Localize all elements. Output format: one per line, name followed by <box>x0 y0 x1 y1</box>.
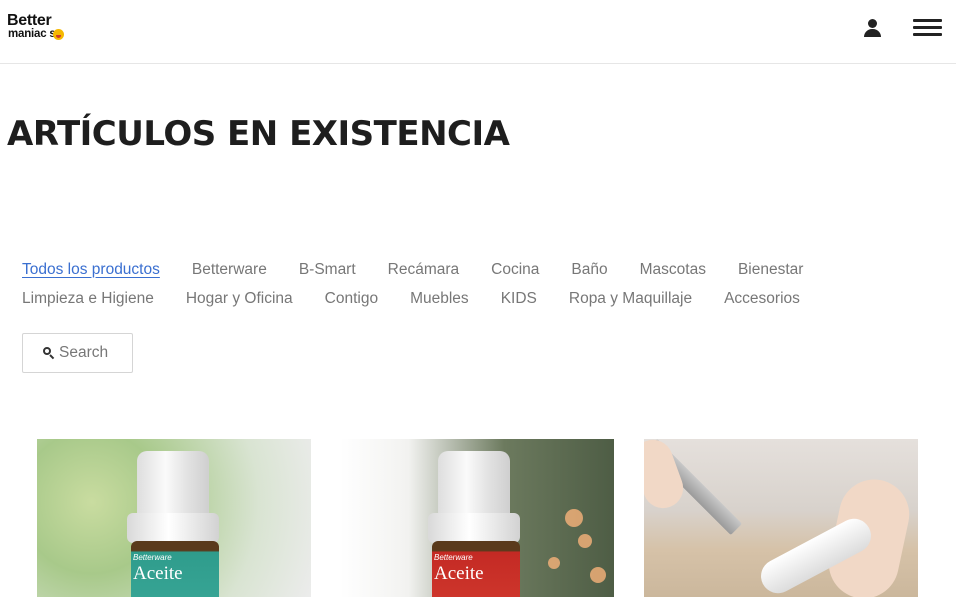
product-card-image[interactable] <box>644 439 918 597</box>
search-icon <box>43 347 55 360</box>
category-cocina[interactable]: Cocina <box>491 261 539 279</box>
user-icon[interactable] <box>863 18 883 38</box>
category-bano[interactable]: Baño <box>571 261 607 279</box>
hamburger-menu-icon[interactable] <box>913 18 943 38</box>
category-filter-nav: Todos los productos Betterware B-Smart R… <box>22 255 922 313</box>
site-header: Better maniac s <box>0 0 956 64</box>
category-ropa-y-maquillaje[interactable]: Ropa y Maquillaje <box>569 290 692 308</box>
user-icon-body <box>864 29 881 37</box>
product-brand-label: Betterware <box>434 553 473 562</box>
category-mascotas[interactable]: Mascotas <box>640 261 706 279</box>
category-todos-los-productos[interactable]: Todos los productos <box>22 261 160 279</box>
category-muebles[interactable]: Muebles <box>410 290 469 308</box>
page-title: ARTÍCULOS EN EXISTENCIA <box>7 114 510 154</box>
search-box[interactable] <box>22 333 133 373</box>
betterware-maniacos-logo[interactable]: Better maniac s <box>7 12 71 46</box>
logo-text-line2: maniac s <box>8 28 56 40</box>
product-label-text: Aceite <box>434 563 484 584</box>
category-kids[interactable]: KIDS <box>501 290 537 308</box>
emoji-face-icon <box>53 29 64 40</box>
product-card-image[interactable]: Betterware Aceite <box>340 439 614 597</box>
category-limpieza-e-higiene[interactable]: Limpieza e Higiene <box>22 290 154 308</box>
search-input[interactable] <box>59 343 129 363</box>
category-recamara[interactable]: Recámara <box>388 261 460 279</box>
menu-bar <box>913 19 942 22</box>
category-accesorios[interactable]: Accesorios <box>724 290 800 308</box>
product-label-text: Aceite <box>133 563 183 584</box>
category-betterware[interactable]: Betterware <box>192 261 267 279</box>
category-bienestar[interactable]: Bienestar <box>738 261 803 279</box>
product-brand-label: Betterware <box>133 553 172 562</box>
category-row-1: Todos los productos Betterware B-Smart R… <box>22 255 922 284</box>
category-row-2: Limpieza e Higiene Hogar y Oficina Conti… <box>22 284 922 313</box>
menu-bar <box>913 26 942 29</box>
menu-bar <box>913 33 942 36</box>
category-contigo[interactable]: Contigo <box>325 290 378 308</box>
category-b-smart[interactable]: B-Smart <box>299 261 356 279</box>
user-icon-head <box>868 19 877 28</box>
product-card-image[interactable]: Betterware Aceite <box>37 439 311 597</box>
category-hogar-y-oficina[interactable]: Hogar y Oficina <box>186 290 293 308</box>
